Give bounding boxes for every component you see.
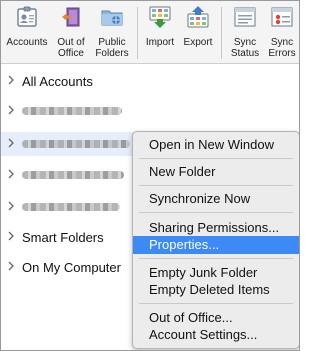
menu-item-label: Open in New Window: [149, 137, 274, 152]
folder-row-redacted-account[interactable]: [1, 99, 299, 123]
export-label: Export: [183, 37, 213, 48]
menu-item-empty-deleted-items[interactable]: Empty Deleted Items: [133, 281, 299, 299]
menu-separator: [139, 303, 293, 304]
menu-item-label: Out of Office...: [149, 310, 233, 325]
app-window: Accounts Out of Office Public Folders Im…: [0, 0, 300, 351]
toolbar-separator: [221, 7, 222, 59]
redacted-account-name: [22, 171, 124, 179]
chevron-right-icon[interactable]: [6, 74, 16, 86]
sync-errors-button[interactable]: Sync Errors: [265, 5, 299, 61]
ribbon-toolbar: Accounts Out of Office Public Folders Im…: [1, 1, 299, 64]
out-of-office-label: Out of Office: [57, 37, 85, 59]
sync-errors-label: Sync Errors: [268, 37, 296, 59]
chevron-right-icon[interactable]: [6, 260, 16, 272]
menu-item-label: Account Settings...: [149, 327, 258, 342]
export-icon: [187, 6, 209, 28]
menu-separator: [139, 158, 293, 159]
menu-item-label: Sharing Permissions...: [149, 220, 280, 235]
context-menu: Open in New Window New Folder Synchroniz…: [132, 131, 299, 349]
accounts-button[interactable]: Accounts: [4, 5, 50, 61]
import-button[interactable]: Import: [141, 5, 179, 61]
sync-status-icon: [234, 7, 256, 27]
menu-separator: [139, 212, 293, 213]
export-button[interactable]: Export: [179, 5, 217, 61]
menu-item-account-settings[interactable]: Account Settings...: [133, 326, 299, 344]
sync-status-button[interactable]: Sync Status: [227, 5, 263, 61]
chevron-right-icon[interactable]: [6, 104, 16, 116]
accounts-label: Accounts: [6, 37, 48, 48]
menu-item-open-in-new-window[interactable]: Open in New Window: [133, 136, 299, 154]
menu-item-sharing-permissions[interactable]: Sharing Permissions...: [133, 219, 299, 237]
chevron-right-icon[interactable]: [6, 137, 16, 149]
menu-separator: [139, 185, 293, 186]
accounts-icon: [17, 6, 37, 27]
folder-label: On My Computer: [22, 260, 121, 275]
folder-label: Smart Folders: [22, 230, 104, 245]
import-icon: [149, 6, 171, 28]
menu-separator: [139, 258, 293, 259]
menu-item-label: New Folder: [149, 164, 216, 179]
toolbar-separator: [137, 7, 138, 59]
chevron-right-icon[interactable]: [6, 230, 16, 242]
menu-item-empty-junk-folder[interactable]: Empty Junk Folder: [133, 264, 299, 282]
redacted-account-name: [22, 107, 122, 115]
out-of-office-button[interactable]: Out of Office: [50, 5, 92, 61]
chevron-right-icon[interactable]: [6, 200, 16, 212]
public-folders-button[interactable]: Public Folders: [91, 5, 133, 61]
public-folders-icon: [101, 10, 123, 26]
redacted-account-name: [22, 203, 120, 211]
folder-label: All Accounts: [22, 74, 93, 89]
public-folders-label: Public Folders: [95, 37, 129, 59]
menu-item-label: Empty Junk Folder: [149, 265, 258, 280]
menu-item-label: Synchronize Now: [149, 191, 251, 206]
redacted-account-name: [22, 140, 130, 148]
menu-item-label: Empty Deleted Items: [149, 282, 270, 297]
chevron-right-icon[interactable]: [6, 168, 16, 180]
menu-item-new-folder[interactable]: New Folder: [133, 163, 299, 181]
out-of-office-icon: [62, 7, 80, 27]
menu-item-synchronize-now[interactable]: Synchronize Now: [133, 190, 299, 208]
sync-errors-icon: [271, 7, 293, 27]
import-label: Import: [145, 37, 175, 48]
menu-item-label: Properties...: [149, 237, 220, 252]
menu-item-properties[interactable]: Properties...: [133, 236, 299, 254]
sync-status-label: Sync Status: [230, 37, 260, 59]
folder-row-all-accounts[interactable]: All Accounts: [1, 69, 299, 93]
menu-item-out-of-office[interactable]: Out of Office...: [133, 309, 299, 327]
